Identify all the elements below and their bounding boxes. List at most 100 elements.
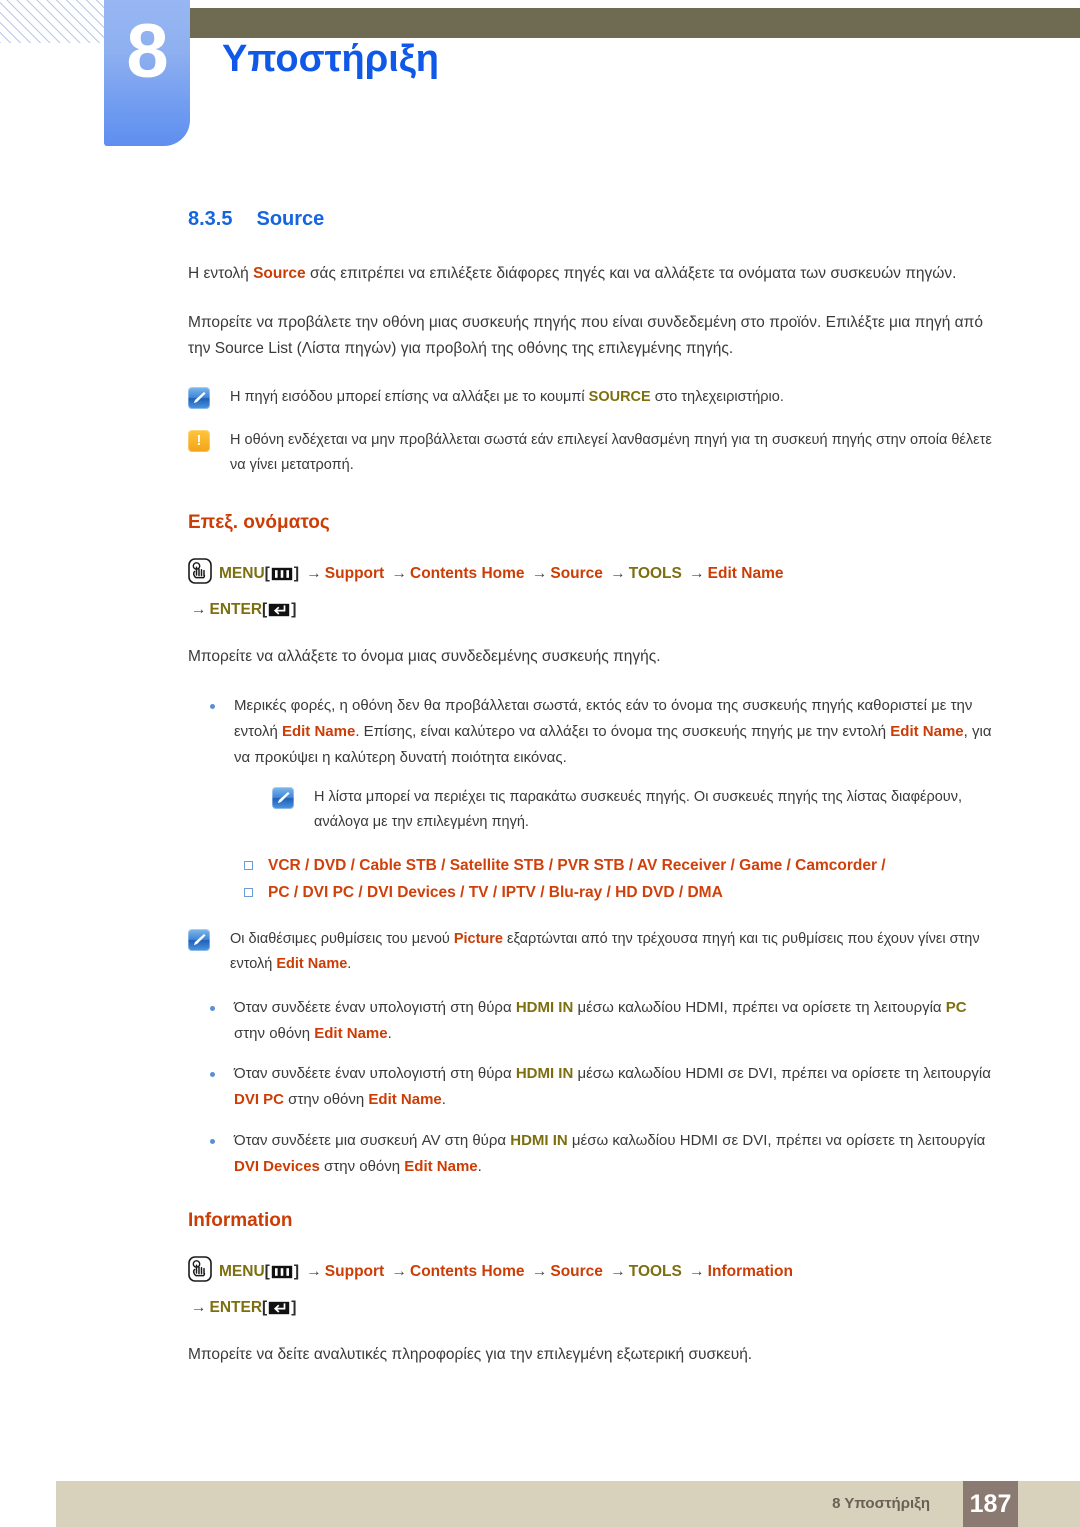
hatch-decoration	[0, 0, 106, 43]
menu-step-source[interactable]: Source	[550, 565, 603, 582]
information-body: Μπορείτε να δείτε αναλυτικές πληροφορίες…	[188, 1346, 753, 1364]
b1-edit-name-2: Edit Name	[890, 722, 964, 740]
edit-name-body: Μπορείτε να αλλάξετε το όνομα μιας συνδε…	[188, 648, 661, 666]
note-text: Η πηγή εισόδου μπορεί επίσης να αλλάξει …	[230, 385, 1000, 410]
note-row-picture-settings: Οι διαθέσιμες ρυθμίσεις του μενού Pictur…	[188, 927, 1000, 977]
note1-key: SOURCE	[588, 388, 651, 405]
hand-pointer-icon	[188, 557, 212, 595]
menu-step-source[interactable]: Source	[550, 1263, 603, 1280]
footer-chapter-label: 8 Υποστήριξη	[832, 1495, 930, 1512]
b4-c: στην οθόνη	[319, 1157, 405, 1175]
menu-step-contents-home[interactable]: Contents Home	[410, 565, 525, 582]
b4-b: μέσω καλωδίου HDMI σε DVI, πρέπει να ορί…	[567, 1131, 986, 1149]
page-number: 187	[969, 1490, 1012, 1518]
bracket-open: [	[262, 1298, 268, 1316]
path-arrow: →	[391, 564, 408, 582]
path-arrow: →	[689, 564, 705, 582]
b2-c: στην οθόνη	[234, 1025, 315, 1043]
note-pencil-icon	[188, 929, 210, 952]
note3-c: .	[347, 956, 352, 973]
path-arrow: →	[191, 601, 207, 618]
note1-after: στο τηλεχειριστήριο.	[650, 388, 784, 405]
path-arrow: →	[531, 564, 548, 582]
b2-b: μέσω καλωδίου HDMI, πρέπει να ορίσετε τη…	[573, 999, 946, 1017]
page-number-box: 187	[963, 1481, 1018, 1527]
note-text: Η λίστα μπορεί να περιέχει τις παρακάτω …	[314, 789, 963, 831]
intro-p1-highlight: Source	[253, 265, 306, 282]
menu-label[interactable]: MENU	[219, 1263, 265, 1280]
note-row-source-button: Η πηγή εισόδου μπορεί επίσης να αλλάξει …	[188, 385, 1000, 410]
b4-d: .	[477, 1157, 482, 1175]
enter-arrow-icon	[268, 1296, 290, 1326]
b2-hdmi: HDMI IN	[515, 999, 574, 1017]
note1-before: Η πηγή εισόδου μπορεί επίσης να αλλάξει …	[230, 388, 589, 405]
path-arrow: →	[531, 1262, 548, 1280]
section-title: Source	[256, 208, 325, 230]
hand-pointer-icon	[188, 1255, 212, 1293]
menu-step-tools[interactable]: TOOLS	[629, 1263, 682, 1280]
page-header: 8 Υποστήριξη	[0, 0, 1080, 160]
intro-p1-after: σάς επιτρέπει να επιλέξετε διάφορες πηγέ…	[305, 265, 957, 282]
b3-hdmi: HDMI IN	[515, 1065, 574, 1083]
menu-step-tools[interactable]: TOOLS	[629, 565, 682, 582]
menu-step-edit-name[interactable]: Edit Name	[708, 565, 784, 582]
chapter-title: Υποστήριξη	[222, 38, 439, 80]
list-item: Μερικές φορές, η οθόνη δεν θα προβάλλετα…	[188, 693, 1000, 771]
path-arrow: →	[191, 1298, 207, 1316]
b3-edit: Edit Name	[368, 1091, 442, 1109]
b2-mode: PC	[945, 999, 967, 1017]
b3-d: .	[441, 1091, 446, 1109]
menu-step-contents-home[interactable]: Contents Home	[410, 1263, 525, 1280]
chapter-number: 8	[126, 9, 168, 94]
bracket-close: ]	[291, 1298, 297, 1316]
bracket-open: [	[264, 564, 270, 582]
enter-label[interactable]: ENTER	[210, 1299, 263, 1316]
path-arrow: →	[306, 1262, 322, 1280]
menu-label[interactable]: MENU	[219, 565, 265, 582]
subheading-edit-name: Επεξ. ονόματος	[188, 511, 330, 533]
b3-mode: DVI PC	[234, 1091, 285, 1109]
menu-step-support[interactable]: Support	[325, 565, 384, 582]
exclamation-glyph: !	[196, 431, 202, 449]
subheading-information: Information	[188, 1209, 293, 1231]
b4-edit: Edit Name	[404, 1157, 478, 1175]
warning-text: Η οθόνη ενδέχεται να μην προβάλλεται σωσ…	[230, 431, 992, 473]
note3-edit-name: Edit Name	[276, 956, 348, 973]
note3-a: Οι διαθέσιμες ρυθμίσεις του μενού	[230, 931, 454, 948]
list-item: Όταν συνδέετε έναν υπολογιστή στη θύρα H…	[188, 995, 1000, 1047]
section-number: 8.3.5	[188, 208, 233, 230]
bracket-open: [	[264, 1262, 270, 1280]
b2-d: .	[387, 1025, 392, 1043]
path-arrow: →	[610, 564, 626, 582]
menu-bars-icon	[271, 562, 293, 592]
list-item: Όταν συνδέετε μια συσκευή AV στη θύρα HD…	[188, 1128, 1000, 1180]
section-heading: 8.3.5 Source	[188, 208, 1000, 231]
path-arrow: →	[610, 1262, 626, 1280]
footer-bar: 8 Υποστήριξη	[56, 1481, 1080, 1527]
edit-name-bullet-list-2: Όταν συνδέετε έναν υπολογιστή στη θύρα H…	[188, 995, 1000, 1180]
b2-a: Όταν συνδέετε έναν υπολογιστή στη θύρα	[234, 999, 516, 1017]
menu-step-support[interactable]: Support	[325, 1263, 384, 1280]
b4-a: Όταν συνδέετε μια συσκευή AV στη θύρα	[234, 1131, 511, 1149]
enter-label[interactable]: ENTER	[210, 601, 263, 618]
bracket-close: ]	[293, 564, 299, 582]
enter-arrow-icon	[268, 598, 290, 628]
intro-p1-before: Η εντολή	[188, 265, 254, 282]
b4-mode: DVI Devices	[234, 1157, 320, 1175]
note-text: Οι διαθέσιμες ρυθμίσεις του μενού Pictur…	[230, 927, 1000, 977]
path-arrow: →	[306, 564, 322, 582]
bracket-open: [	[262, 601, 268, 618]
menu-path-edit-name: MENU[] → Support → Contents Home → Source →…	[188, 557, 1000, 628]
note-pencil-icon	[272, 787, 294, 810]
path-arrow: →	[689, 1262, 705, 1280]
warning-row-wrong-source: ! Η οθόνη ενδέχεται να μην προβάλλεται σ…	[188, 428, 1000, 478]
edit-name-bullet-list-1: Μερικές φορές, η οθόνη δεν θα προβάλλετα…	[188, 693, 1000, 771]
menu-path-information: MENU[] → Support → Contents Home → Source →…	[188, 1255, 1000, 1326]
menu-bars-icon	[271, 1260, 293, 1290]
b3-b: μέσω καλωδίου HDMI σε DVI, πρέπει να ορί…	[573, 1065, 991, 1083]
note3-picture: Picture	[453, 931, 504, 948]
menu-step-information[interactable]: Information	[708, 1263, 793, 1280]
b2-edit: Edit Name	[314, 1025, 388, 1043]
path-arrow: →	[391, 1262, 408, 1280]
chapter-tab: 8	[104, 0, 190, 146]
